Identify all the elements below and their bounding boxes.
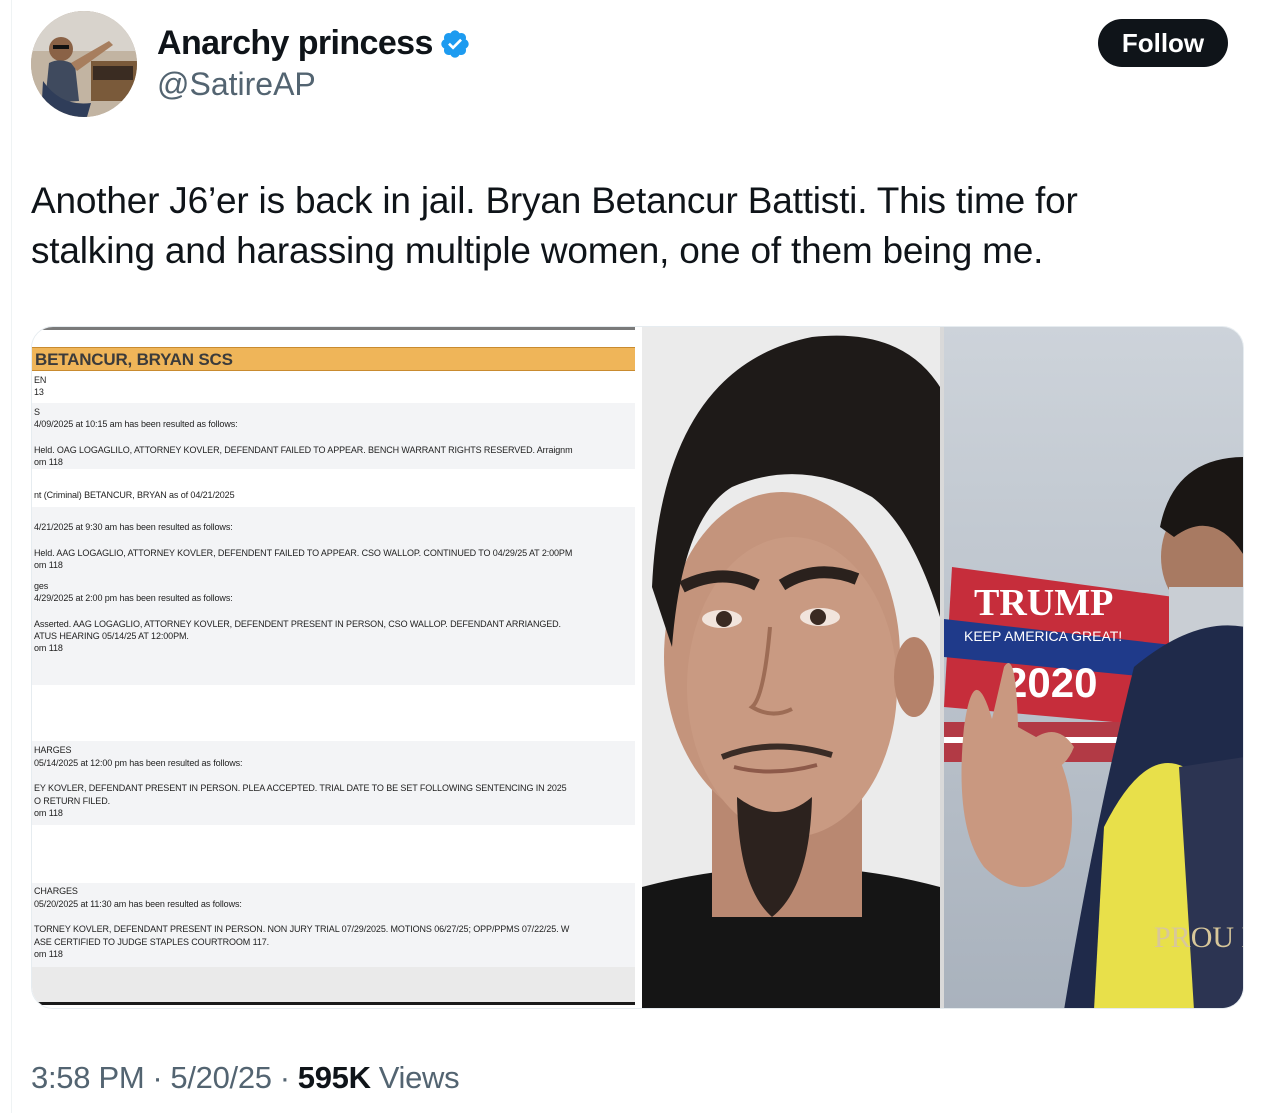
author-handle[interactable]: @SatireAP [157, 66, 316, 103]
doc-header-bar: BETANCUR, BRYAN SCS [32, 347, 635, 371]
flag-text-year: 2020 [1004, 659, 1097, 706]
author-avatar[interactable] [31, 11, 137, 117]
tweet-meta: 3:58 PM · 5/20/25 · 595K Views [31, 1060, 460, 1096]
author-display-name[interactable]: Anarchy princess [157, 24, 433, 63]
flag-text-slogan: KEEP AMERICA GREAT! [964, 628, 1122, 644]
doc-line: O RETURN FILED. [34, 796, 111, 806]
jacket-text: PROU BOY [1154, 921, 1244, 954]
doc-line: om 118 [34, 560, 63, 570]
doc-line: EY KOVLER, DEFENDANT PRESENT IN PERSON. … [34, 783, 567, 793]
doc-line: om 118 [34, 457, 63, 467]
tweet-time[interactable]: 3:58 PM [31, 1060, 145, 1096]
doc-line: ges [34, 581, 49, 591]
doc-line: om 118 [34, 643, 63, 653]
doc-top-rule [32, 327, 635, 330]
timeline-border [11, 0, 12, 1113]
doc-line: om 118 [34, 949, 63, 959]
views-label: Views [378, 1060, 460, 1095]
doc-line: 05/14/2025 at 12:00 pm has been resulted… [34, 758, 243, 768]
meta-separator: · [152, 1060, 163, 1095]
meta-separator: · [279, 1060, 290, 1095]
flag-text-trump: TRUMP [974, 582, 1113, 624]
doc-line: Asserted. AAG LOGAGLIO, ATTORNEY KOVLER,… [34, 619, 561, 629]
mugshot-illustration [642, 327, 940, 1008]
doc-block [32, 661, 635, 685]
follow-button[interactable]: Follow [1098, 19, 1228, 67]
tweet-text: Another J6’er is back in jail. Bryan Bet… [31, 180, 1078, 271]
avatar-image [31, 11, 137, 117]
doc-line: CHARGES [34, 886, 78, 896]
tweet-media[interactable]: BETANCUR, BRYAN SCS EN 13 S 4/09/2025 at… [31, 326, 1244, 1009]
doc-line: nt (Criminal) BETANCUR, BRYAN as of 04/2… [34, 490, 235, 500]
doc-line: Held. OAG LOGAGLILO, ATTORNEY KOVLER, DE… [34, 445, 573, 455]
doc-line: 4/21/2025 at 9:30 am has been resulted a… [34, 522, 233, 532]
author-name-row: Anarchy princess [157, 24, 471, 62]
doc-block [32, 403, 635, 469]
mugshot-photo[interactable] [642, 327, 940, 1008]
doc-line: ATUS HEARING 05/14/25 AT 12:00PM. [34, 631, 189, 641]
media-gap [635, 327, 642, 1008]
doc-line: HARGES [34, 745, 72, 755]
doc-line: om 118 [34, 808, 63, 818]
doc-title: BETANCUR, BRYAN SCS [35, 350, 233, 369]
doc-line: S [34, 407, 40, 417]
doc-line: ASE CERTIFIED TO JUDGE STAPLES COURTROOM… [34, 937, 270, 947]
court-record-image[interactable]: BETANCUR, BRYAN SCS EN 13 S 4/09/2025 at… [32, 327, 635, 1008]
tweet-date[interactable]: 5/20/25 [170, 1060, 272, 1096]
doc-line: 4/09/2025 at 10:15 am has been resulted … [34, 419, 238, 429]
doc-line: EN [34, 375, 47, 385]
doc-bottom-bar [32, 967, 635, 1005]
views-count[interactable]: 595K [298, 1060, 371, 1096]
rally-photo[interactable]: TRUMP KEEP AMERICA GREAT! 2020 PROU BOY [944, 327, 1244, 1008]
doc-line: 13 [34, 387, 44, 397]
doc-line: 4/29/2025 at 2:00 pm has been resulted a… [34, 593, 233, 603]
rally-illustration: TRUMP KEEP AMERICA GREAT! 2020 PROU BOY [944, 327, 1244, 1008]
doc-line: TORNEY KOVLER, DEFENDANT PRESENT IN PERS… [34, 924, 570, 934]
doc-line: 05/20/2025 at 11:30 am has been resulted… [34, 899, 242, 909]
doc-line: Held. AAG LOGAGLIO, ATTORNEY KOVLER, DEF… [34, 548, 573, 558]
verified-badge-icon [441, 30, 469, 58]
